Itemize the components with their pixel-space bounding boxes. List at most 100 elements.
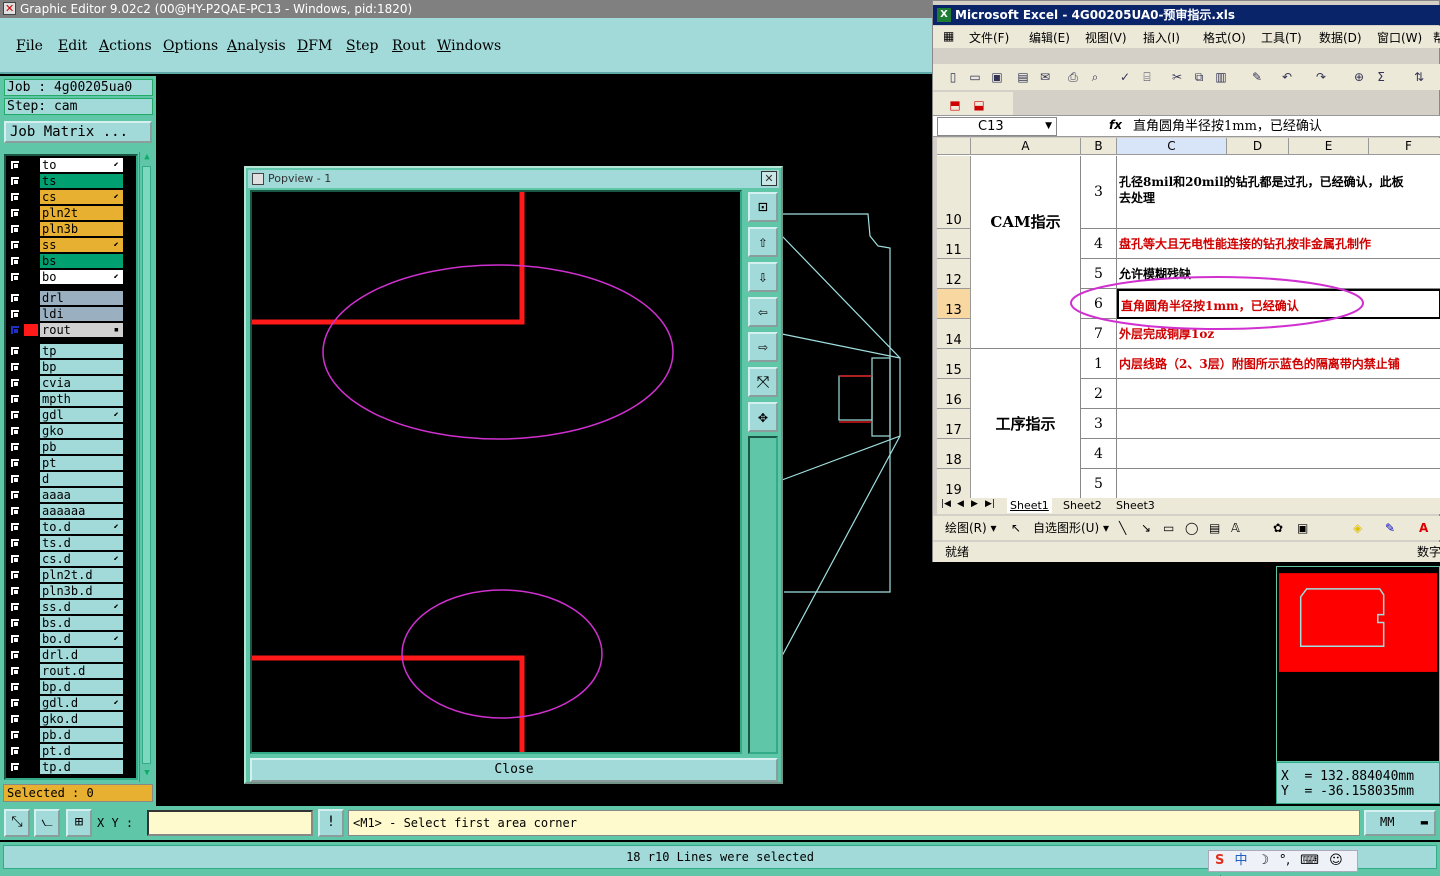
layer-row-pb-d[interactable]: pb.d xyxy=(6,728,136,742)
layer-row-tp[interactable]: tp xyxy=(6,344,136,358)
row-number-cell[interactable]: 3 xyxy=(1081,409,1117,439)
layer-checkbox[interactable] xyxy=(10,714,20,724)
layer-name[interactable]: bs.d xyxy=(40,616,123,630)
layer-row-ts-d[interactable]: ts.d xyxy=(6,536,136,550)
row-number-cell[interactable]: 1 xyxy=(1081,349,1117,379)
spelling-icon[interactable]: ✓ xyxy=(1117,69,1133,85)
line-color-icon[interactable]: ✎ xyxy=(1385,516,1395,540)
sheet-tab-sheet3[interactable]: Sheet3 xyxy=(1113,498,1158,513)
autosum-icon[interactable]: Σ xyxy=(1373,69,1389,85)
picture-icon[interactable]: ▣ xyxy=(1297,516,1308,540)
layer-checkbox[interactable] xyxy=(10,394,20,404)
instruction-cell[interactable]: 盘孔等大且无电性能连接的钻孔按非金属孔制作 xyxy=(1117,229,1440,259)
layer-checkbox[interactable] xyxy=(10,698,20,708)
layer-checkbox[interactable] xyxy=(10,730,20,740)
print-preview-icon[interactable]: ⌕ xyxy=(1087,69,1103,85)
menu-step[interactable]: Step xyxy=(346,38,378,54)
layer-checkbox[interactable] xyxy=(10,522,20,532)
permission-icon[interactable]: ▤ xyxy=(1015,69,1031,85)
layer-scrollbar[interactable]: ▲ ▼ xyxy=(139,152,153,782)
group-cell-process[interactable]: 工序指示 xyxy=(971,349,1081,498)
format-painter-icon[interactable]: ✎ xyxy=(1249,69,1265,85)
layer-checkbox[interactable] xyxy=(10,224,20,234)
chinese-mode-icon[interactable]: 中 xyxy=(1235,851,1248,871)
row-number-cell[interactable]: 5 xyxy=(1081,469,1117,498)
layer-checkbox[interactable] xyxy=(10,634,20,644)
column-header[interactable]: F xyxy=(1369,138,1440,155)
excel-menu-item[interactable]: 文件(F) xyxy=(969,29,1009,46)
layer-name[interactable]: bo.d ⬋ xyxy=(40,632,123,646)
row-header[interactable]: 12 xyxy=(937,259,971,289)
instruction-cell[interactable] xyxy=(1117,439,1440,469)
row-number-cell[interactable]: 2 xyxy=(1081,379,1117,409)
layer-name[interactable]: gko xyxy=(40,424,123,438)
fill-color-icon[interactable]: ◈ xyxy=(1353,516,1362,540)
measure-icon[interactable]: ⦦ xyxy=(34,809,60,837)
grid-icon[interactable]: ⊞ xyxy=(66,809,92,837)
layer-name[interactable]: aaaa xyxy=(40,488,123,502)
layer-name[interactable]: ldi xyxy=(40,307,123,321)
layer-checkbox[interactable] xyxy=(10,602,20,612)
group-cell-cam[interactable]: CAM指示 xyxy=(971,156,1081,349)
layer-name[interactable]: rout.d xyxy=(40,664,123,678)
layer-row-pb[interactable]: pb xyxy=(6,440,136,454)
moon-icon[interactable]: ☽ xyxy=(1258,851,1270,871)
new-file-icon[interactable]: ▯ xyxy=(945,69,961,85)
punctuation-icon[interactable]: °, xyxy=(1279,851,1290,871)
row-header[interactable]: 10 xyxy=(937,156,971,229)
row-number-cell[interactable]: 7 xyxy=(1081,319,1117,349)
layer-checkbox[interactable] xyxy=(10,490,20,500)
prev-sheet-icon[interactable]: ◀ xyxy=(957,499,964,509)
menu-rout[interactable]: Rout xyxy=(392,38,426,54)
layer-checkbox[interactable] xyxy=(10,666,20,676)
layer-checkbox[interactable] xyxy=(10,160,20,170)
menu-analysis[interactable]: Analysis xyxy=(227,38,286,54)
layer-name[interactable]: rout ▪ xyxy=(40,323,123,337)
clipart-icon[interactable]: ✿ xyxy=(1273,516,1283,540)
layer-name[interactable]: ss ⬋ xyxy=(40,238,123,252)
layer-checkbox[interactable] xyxy=(10,570,20,580)
close-icon[interactable]: ✕ xyxy=(761,171,777,186)
snap-icon[interactable]: ⤡ xyxy=(4,809,30,837)
layer-checkbox[interactable] xyxy=(10,682,20,692)
popview-title-bar[interactable]: Popview - 1 ✕ xyxy=(248,170,779,188)
layer-row-gdl[interactable]: gdl ⬋ xyxy=(6,408,136,422)
layer-checkbox[interactable] xyxy=(10,346,20,356)
instruction-cell[interactable] xyxy=(1117,379,1440,409)
layer-checkbox[interactable] xyxy=(10,506,20,516)
zoom-home-icon[interactable]: ✥ xyxy=(748,402,778,432)
row-number-cell[interactable]: 3 xyxy=(1081,156,1117,229)
layer-row-cs-d[interactable]: cs.d ⬋ xyxy=(6,552,136,566)
keyboard-icon[interactable]: ⌨ xyxy=(1300,851,1319,871)
layer-row-pln3b[interactable]: pln3b xyxy=(6,222,136,236)
row-number-cell[interactable]: 6 xyxy=(1081,289,1117,319)
layer-checkbox[interactable] xyxy=(10,272,20,282)
copy-icon[interactable]: ⧉ xyxy=(1191,69,1207,85)
layer-checkbox[interactable] xyxy=(10,586,20,596)
excel-menu-item[interactable]: 格式(O) xyxy=(1203,29,1246,46)
workbook-icon[interactable]: ▦ xyxy=(943,29,954,43)
wordart-icon[interactable]: 𝔸 xyxy=(1231,516,1240,540)
layer-row-gdl-d[interactable]: gdl.d ⬋ xyxy=(6,696,136,710)
row-header[interactable]: 14 xyxy=(937,319,971,349)
layer-checkbox[interactable] xyxy=(10,458,20,468)
column-header[interactable]: B xyxy=(1081,138,1117,155)
layer-name[interactable]: pln2t.d xyxy=(40,568,123,582)
layer-row-ss[interactable]: ss ⬋ xyxy=(6,238,136,252)
layer-row-ts[interactable]: ts xyxy=(6,174,136,188)
layer-row-ldi[interactable]: ldi xyxy=(6,307,136,321)
row-number-cell[interactable]: 5 xyxy=(1081,259,1117,289)
excel-menu-item[interactable]: 数据(D) xyxy=(1319,29,1362,46)
layer-row-d[interactable]: d xyxy=(6,472,136,486)
layer-name[interactable]: ts xyxy=(40,174,123,188)
formula-input[interactable]: 直角圆角半径按1mm，已经确认 xyxy=(1133,117,1322,137)
layer-name[interactable]: tp.d xyxy=(40,760,123,774)
xy-input[interactable] xyxy=(147,810,313,836)
zoom-in-icon[interactable]: ⊡ xyxy=(748,192,778,222)
oval-icon[interactable]: ◯ xyxy=(1185,516,1198,540)
instruction-cell[interactable]: 外层完成铜厚1oz xyxy=(1117,319,1440,349)
print-icon[interactable]: ⎙ xyxy=(1065,69,1081,85)
sheet-tab-sheet2[interactable]: Sheet2 xyxy=(1060,498,1105,513)
pdf-mail-icon[interactable]: ⬓ xyxy=(971,97,987,113)
arrow-icon[interactable]: ↘ xyxy=(1141,516,1151,540)
